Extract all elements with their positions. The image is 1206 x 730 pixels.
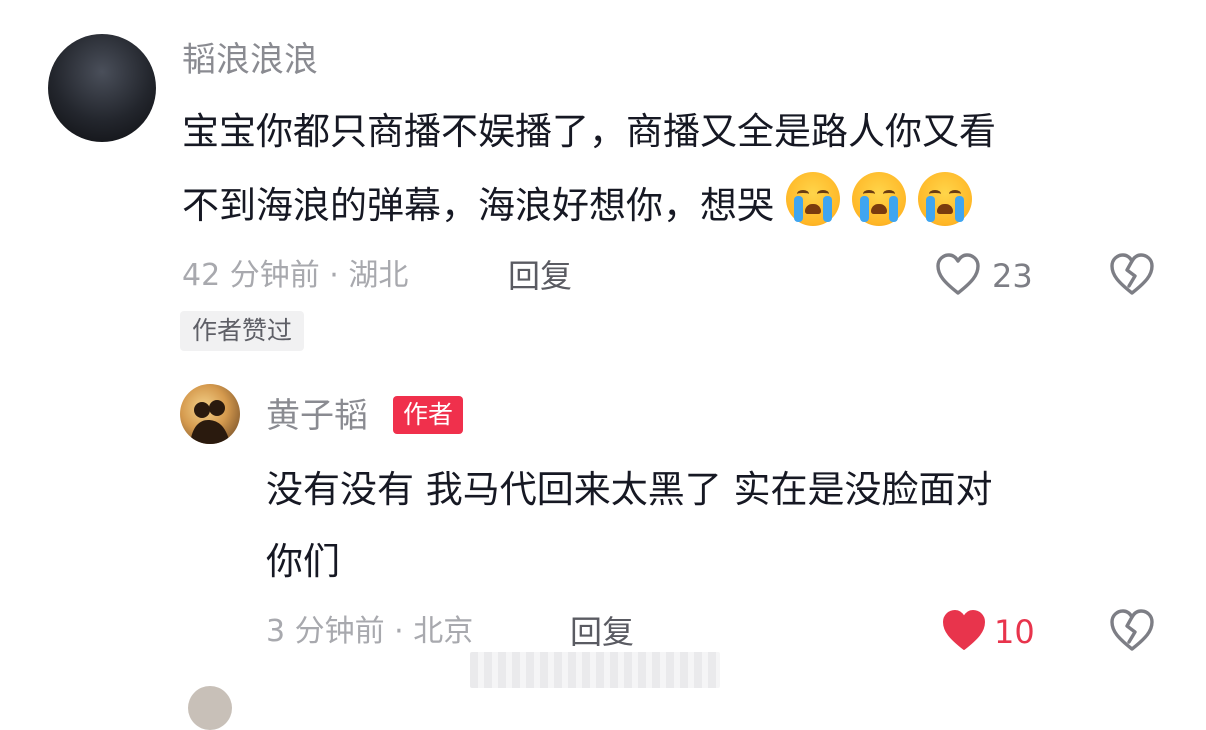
reply-reply-button[interactable]: 回复 bbox=[570, 612, 634, 652]
crying-emoji-icon bbox=[918, 172, 972, 226]
reply-dislike-button[interactable] bbox=[1108, 607, 1156, 653]
reply-avatar[interactable] bbox=[180, 384, 240, 444]
dislike-button[interactable] bbox=[1108, 251, 1156, 297]
heart-outline-icon bbox=[936, 253, 980, 295]
comment-username[interactable]: 韬浪浪浪 bbox=[182, 38, 318, 82]
like-button[interactable] bbox=[934, 251, 982, 297]
reply-meta: 3 分钟前 · 北京 bbox=[266, 614, 474, 649]
crying-emoji-icon bbox=[786, 172, 840, 226]
broken-heart-icon bbox=[1110, 609, 1154, 651]
broken-heart-icon bbox=[1110, 253, 1154, 295]
author-liked-badge: 作者赞过 bbox=[180, 311, 305, 351]
reply-button[interactable]: 回复 bbox=[508, 256, 572, 296]
crying-emoji-icon bbox=[852, 172, 906, 226]
reply-like-button[interactable] bbox=[940, 607, 988, 653]
reply-text-line-1: 没有没有 我马代回来太黑了 实在是没脸面对 bbox=[266, 468, 993, 511]
reply-like-count: 10 bbox=[994, 613, 1035, 651]
author-badge: 作者 bbox=[393, 396, 464, 434]
reply-text-line-2: 你们 bbox=[266, 540, 340, 583]
heart-filled-icon bbox=[943, 610, 985, 650]
comment-text-line-2: 不到海浪的弹幕，海浪好想你，想哭 bbox=[182, 170, 972, 242]
like-count: 23 bbox=[992, 257, 1033, 295]
comment-text-line-1: 宝宝你都只商播不娱播了，商播又全是路人你又看 bbox=[182, 110, 996, 153]
comment-meta: 42 分钟前 · 湖北 bbox=[182, 258, 409, 293]
couple-silhouette-icon bbox=[190, 400, 230, 444]
comment-text-line-2-text: 不到海浪的弹幕，海浪好想你，想哭 bbox=[182, 184, 774, 227]
next-avatar[interactable] bbox=[188, 686, 232, 730]
reply-username[interactable]: 黄子韬 bbox=[266, 394, 368, 438]
watermark bbox=[470, 652, 720, 688]
avatar[interactable] bbox=[48, 34, 156, 142]
